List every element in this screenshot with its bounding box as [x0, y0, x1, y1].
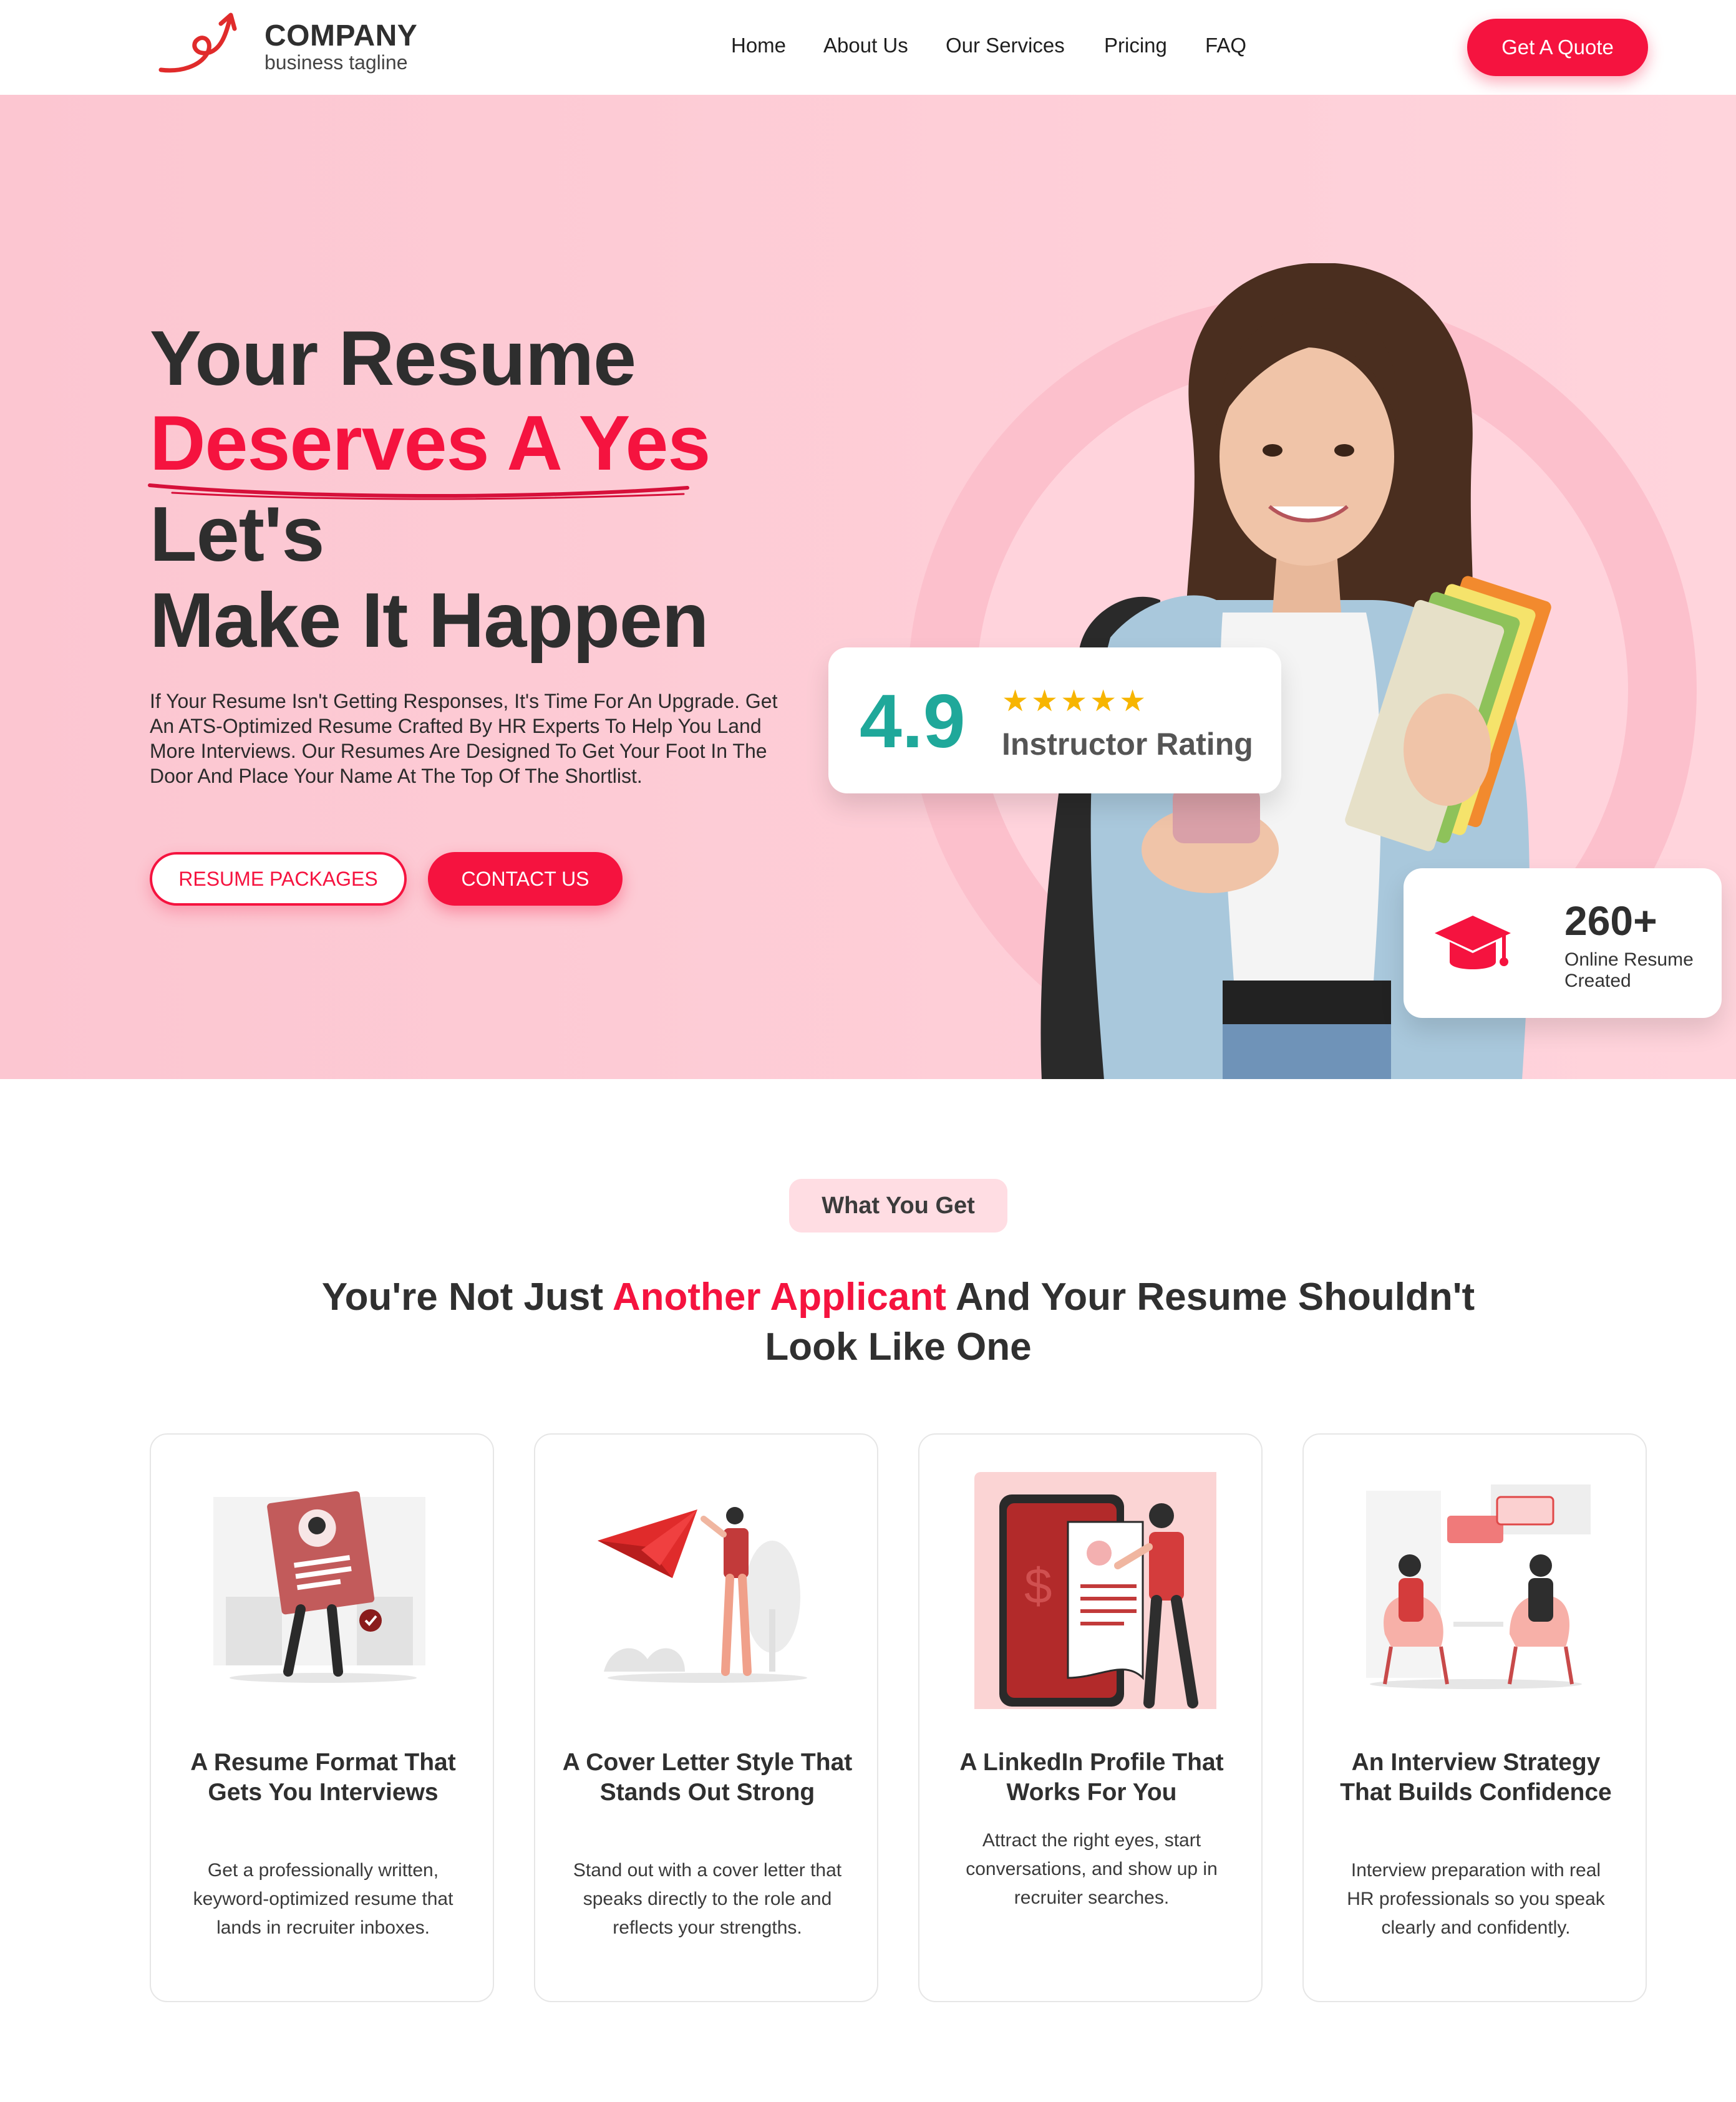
- nav-home[interactable]: Home: [731, 34, 786, 57]
- feature-card-linkedin: $ A LinkedIn Profile That Works For You …: [918, 1433, 1263, 2002]
- nav-our-services[interactable]: Our Services: [946, 34, 1065, 57]
- resume-packages-button[interactable]: RESUME PACKAGES: [150, 852, 407, 906]
- rating-label: Instructor Rating: [1002, 727, 1253, 762]
- nav-about-us[interactable]: About Us: [823, 34, 908, 57]
- feature-card-title: A Cover Letter Style That Stands Out Str…: [562, 1749, 853, 1806]
- interview-strategy-illustration: [1366, 1484, 1591, 1689]
- resume-count-value: 260+: [1564, 898, 1657, 944]
- hero-heading-line-4: Make It Happen: [150, 578, 709, 664]
- linkedin-profile-illustration: $: [974, 1472, 1216, 1709]
- hero-heading-line-3: Let's: [150, 492, 324, 578]
- feature-card-body: Interview preparation with real HR profe…: [1347, 1860, 1605, 1938]
- features-title: You're Not Just Another Applicant And Yo…: [312, 1272, 1485, 1372]
- feature-card-interview: An Interview Strategy That Builds Confid…: [1302, 1433, 1647, 2002]
- rating-value: 4.9: [860, 679, 966, 763]
- nav-pricing[interactable]: Pricing: [1104, 34, 1167, 57]
- rating-card: 4.9 ★★★★★ Instructor Rating: [828, 647, 1281, 793]
- rating-stars-icon: ★★★★★: [1002, 685, 1149, 718]
- brand-tagline: business tagline: [264, 51, 408, 74]
- feature-card-title: An Interview Strategy That Builds Confid…: [1340, 1749, 1612, 1806]
- features-title-pre: You're Not Just: [321, 1276, 613, 1319]
- logo-icon[interactable]: [156, 12, 240, 78]
- graduation-cap-icon: [1435, 916, 1511, 969]
- feature-card-body: Attract the right eyes, start conversati…: [966, 1830, 1218, 1908]
- hero-heading-line-1: Your Resume: [150, 316, 636, 402]
- nav-faq[interactable]: FAQ: [1205, 34, 1246, 57]
- feature-card-title: A Resume Format That Gets You Interviews: [190, 1749, 456, 1806]
- feature-card-body: Get a professionally written, keyword-op…: [193, 1860, 453, 1938]
- contact-us-button[interactable]: CONTACT US: [428, 852, 623, 906]
- hero-section: Your Resume Deserves A Yes Let's Make It…: [0, 95, 1736, 1079]
- features-title-accent: Another Applicant: [612, 1276, 946, 1319]
- resume-count-label: Online Resume Created: [1564, 949, 1694, 991]
- feature-card-resume: A Resume Format That Gets You Interviews…: [150, 1433, 494, 2002]
- resume-count-card: 260+ Online Resume Created: [1404, 868, 1722, 1018]
- svg-text:$: $: [1024, 1558, 1052, 1614]
- feature-card-body: Stand out with a cover letter that speak…: [573, 1860, 842, 1938]
- feature-card-cover-letter: A Cover Letter Style That Stands Out Str…: [534, 1433, 878, 2002]
- get-quote-button[interactable]: Get A Quote: [1467, 19, 1648, 76]
- site-header: COMPANY business tagline Home About Us O…: [0, 0, 1736, 95]
- hero-description: If Your Resume Isn't Getting Responses, …: [150, 690, 778, 787]
- hero-heading-line-2: Deserves A Yes: [150, 400, 710, 487]
- brand-name: COMPANY: [264, 19, 418, 52]
- cover-letter-illustration: [598, 1507, 807, 1683]
- feature-card-title: A LinkedIn Profile That Works For You: [959, 1749, 1224, 1806]
- section-pill: What You Get: [789, 1179, 1007, 1233]
- resume-format-illustration: [213, 1491, 425, 1683]
